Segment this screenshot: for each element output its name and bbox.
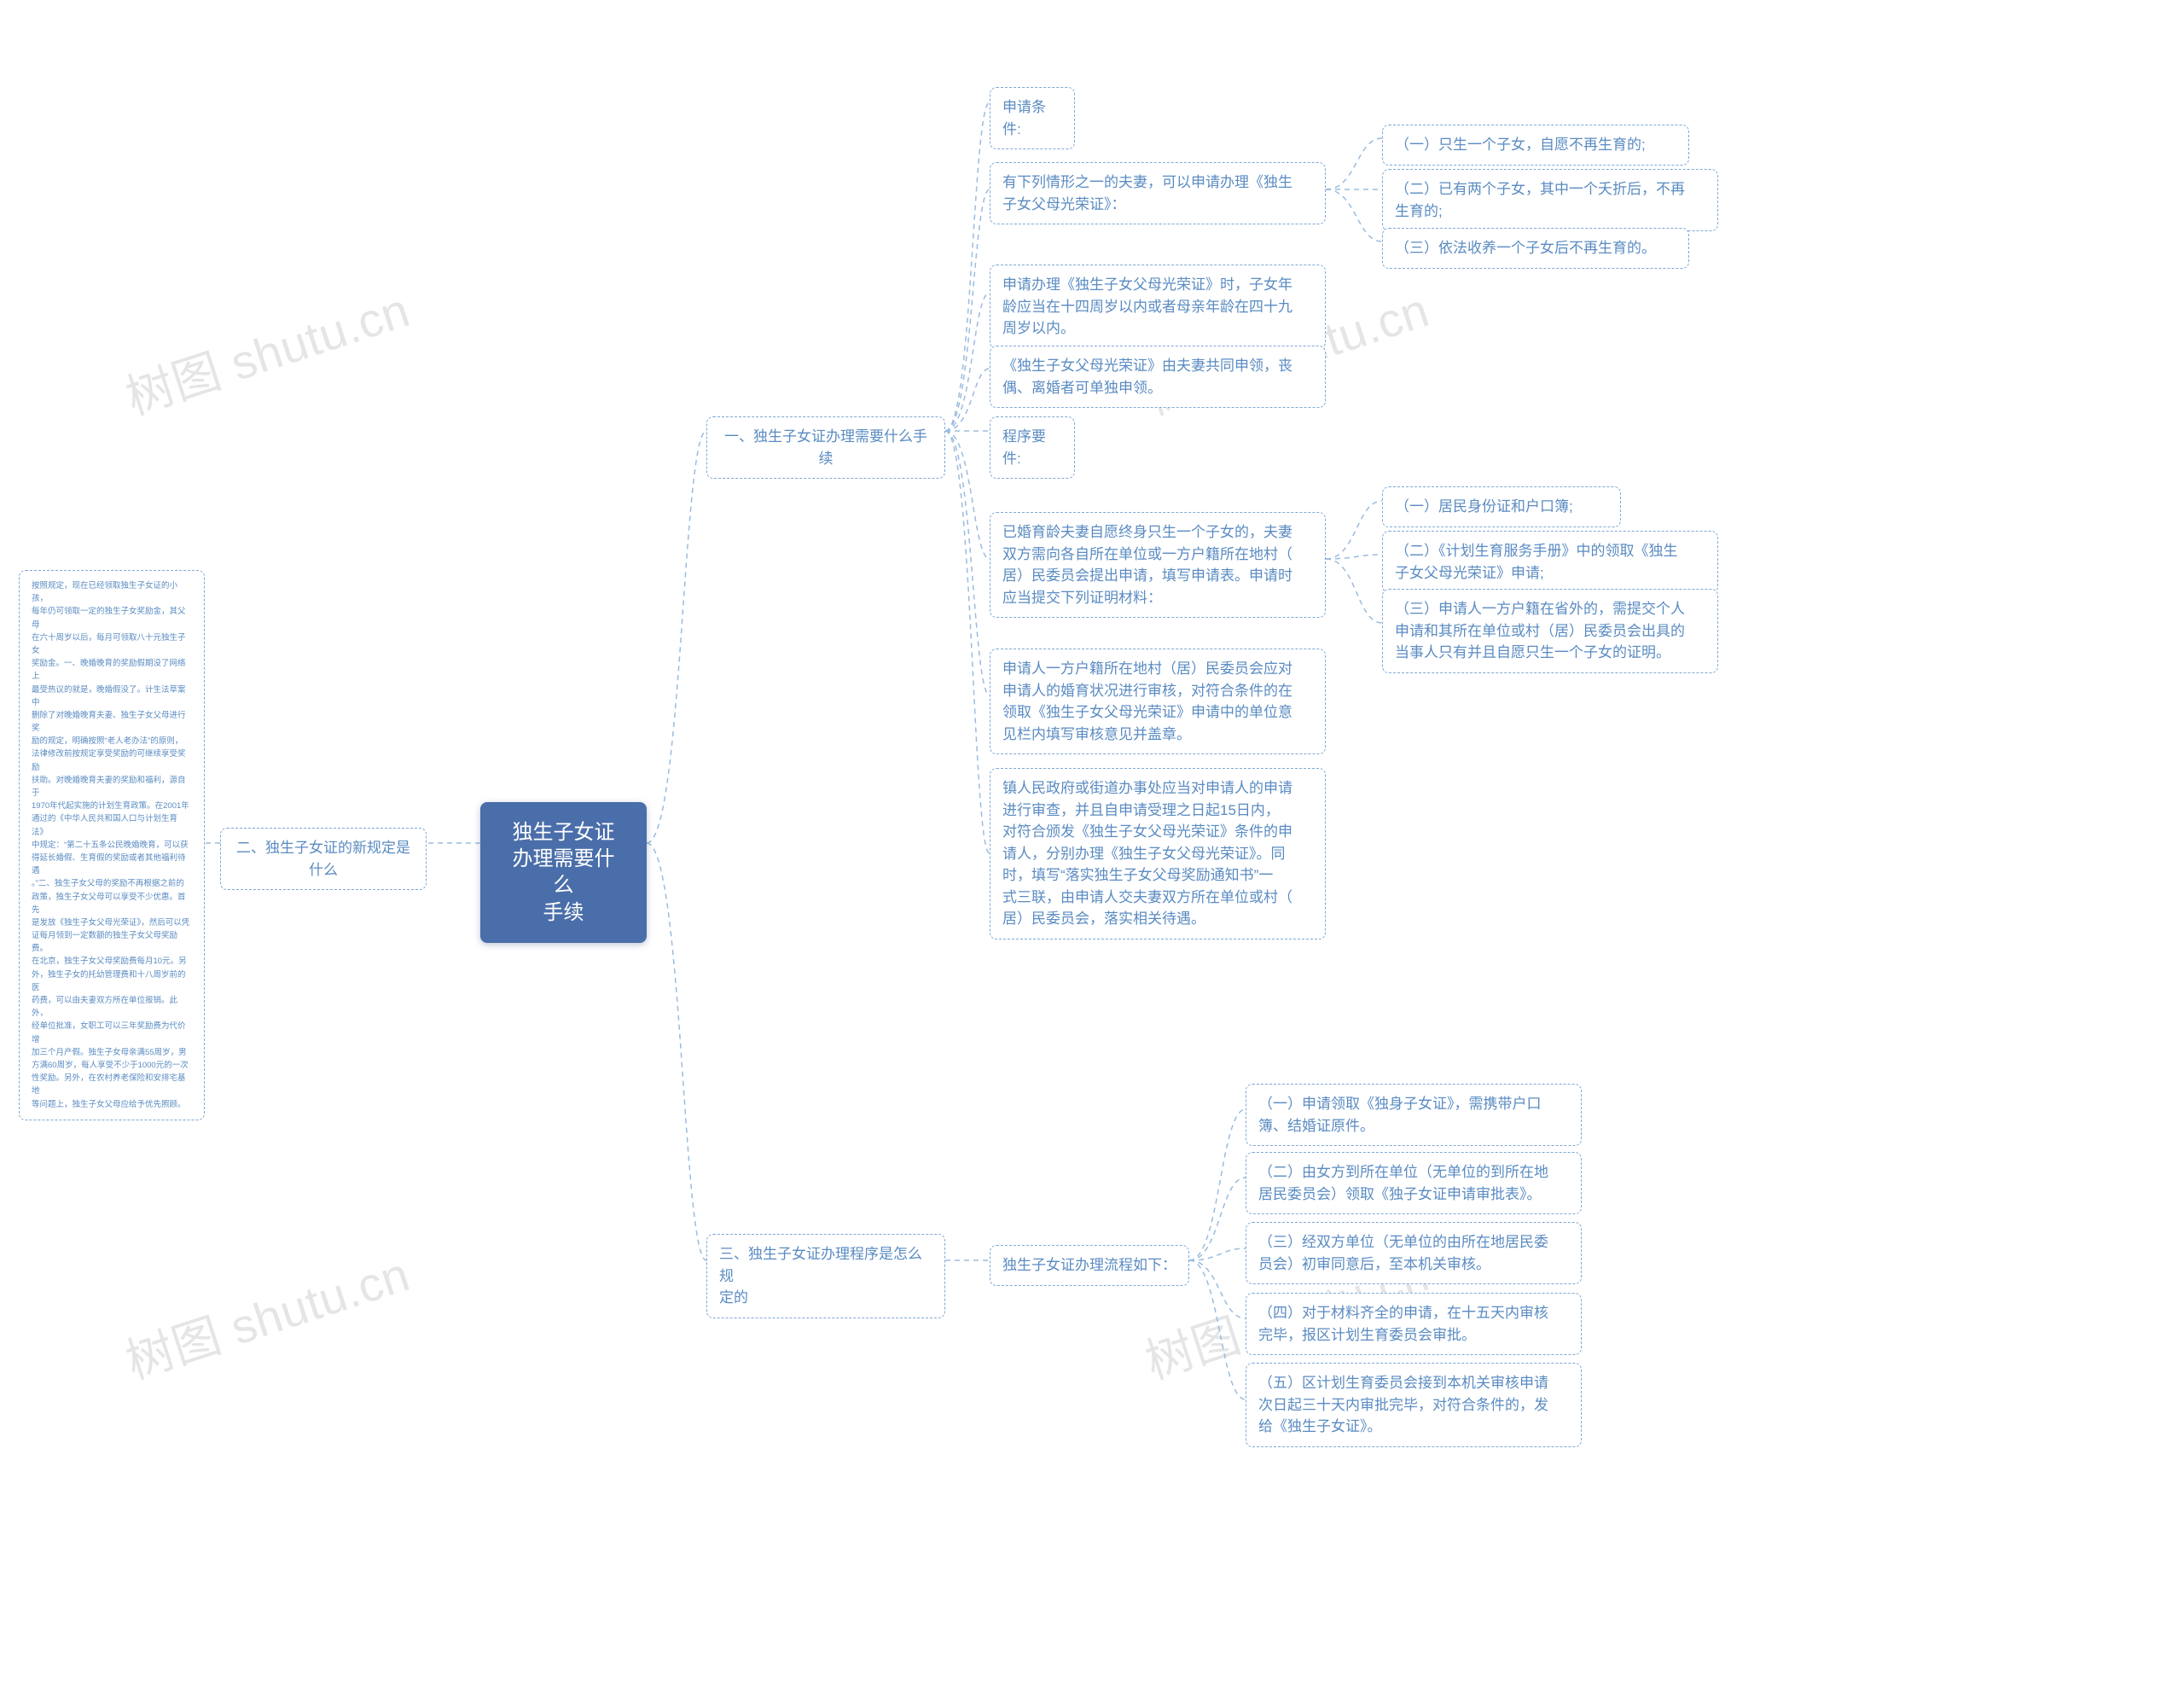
- watermark: 树图 shutu.cn: [116, 1236, 417, 1393]
- s1-proc-doc-3[interactable]: （三）申请人一方户籍在省外的，需提交个人 申请和其所在单位或村（居）民委员会出具…: [1382, 589, 1718, 673]
- section-2[interactable]: 二、独生子女证的新规定是什么: [220, 828, 427, 890]
- s1-proc-issue[interactable]: 镇人民政府或街道办事处应当对申请人的申请 进行审查，并且自申请受理之日起15日内…: [990, 768, 1326, 939]
- s1-proc-intro[interactable]: 已婚育龄夫妻自愿终身只生一个子女的，夫妻 双方需向各自所在单位或一方户籍所在地村…: [990, 512, 1326, 618]
- s1-proc-review[interactable]: 申请人一方户籍所在地村（居）民委员会应对 申请人的婚育状况进行审核，对符合条件的…: [990, 649, 1326, 754]
- root-node[interactable]: 独生子女证办理需要什么 手续: [480, 802, 647, 943]
- s1-cond-3[interactable]: （三）依法收养一个子女后不再生育的。: [1382, 228, 1689, 269]
- s1-cond-2[interactable]: （二）已有两个子女，其中一个夭折后，不再 生育的;: [1382, 169, 1718, 231]
- s1-cond-intro[interactable]: 有下列情形之一的夫妻，可以申请办理《独生 子女父母光荣证》：: [990, 162, 1326, 224]
- section-1[interactable]: 一、独生子女证办理需要什么手续: [706, 416, 945, 479]
- s3-step-5[interactable]: （五）区计划生育委员会接到本机关审核申请 次日起三十天内审批完毕，对符合条件的，…: [1246, 1363, 1582, 1447]
- section-3[interactable]: 三、独生子女证办理程序是怎么规 定的: [706, 1234, 945, 1318]
- mindmap-canvas: 树图 shutu.cn 树图 shutu.cn 树图 shutu.cn 树图 s…: [0, 0, 2184, 1687]
- s3-header[interactable]: 独生子女证办理流程如下：: [990, 1245, 1189, 1286]
- s1-proc-header[interactable]: 程序要件:: [990, 416, 1075, 479]
- s3-step-3[interactable]: （三）经双方单位（无单位的由所在地居民委 员会）初审同意后，至本机关审核。: [1246, 1222, 1582, 1284]
- s1-cond-header[interactable]: 申请条件:: [990, 87, 1075, 149]
- watermark: 树图 shutu.cn: [116, 272, 417, 429]
- s3-step-1[interactable]: （一）申请领取《独身子女证》，需携带户口 簿、结婚证原件。: [1246, 1084, 1582, 1146]
- s1-proc-doc-2[interactable]: （二）《计划生育服务手册》中的领取《独生 子女父母光荣证》申请;: [1382, 531, 1718, 593]
- s3-step-4[interactable]: （四）对于材料齐全的申请，在十五天内审核 完毕，报区计划生育委员会审批。: [1246, 1293, 1582, 1355]
- s1-cond-age[interactable]: 申请办理《独生子女父母光荣证》时，子女年 龄应当在十四周岁以内或者母亲年龄在四十…: [990, 265, 1326, 349]
- s3-step-2[interactable]: （二）由女方到所在单位（无单位的到所在地 居民委员会）领取《独子女证申请审批表》…: [1246, 1152, 1582, 1214]
- s1-proc-doc-1[interactable]: （一）居民身份证和户口簿;: [1382, 486, 1621, 527]
- section-2-body[interactable]: 按照规定，现在已经领取独生子女证的小孩， 每年仍可领取一定的独生子女奖励金，其父…: [19, 570, 205, 1120]
- s1-cond-1[interactable]: （一）只生一个子女，自愿不再生育的;: [1382, 125, 1689, 166]
- s1-cond-apply[interactable]: 《独生子女父母光荣证》由夫妻共同申领，丧 偶、离婚者可单独申领。: [990, 346, 1326, 408]
